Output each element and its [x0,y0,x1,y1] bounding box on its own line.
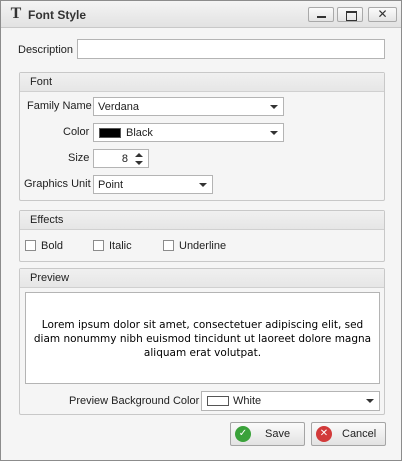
graphics-unit-select[interactable]: Point [93,175,213,194]
chevron-down-icon [366,399,374,403]
close-icon: ✕ [377,7,388,21]
spin-down-icon[interactable] [135,161,143,165]
minimize-button[interactable] [308,7,334,22]
cancel-icon: ✕ [316,426,332,442]
spin-up-icon[interactable] [135,153,143,157]
size-value: 8 [121,153,128,165]
color-value: Black [126,127,153,139]
effects-group-title: Effects [30,214,64,226]
preview-bg-swatch [207,396,229,406]
italic-checkbox[interactable] [93,240,104,251]
family-name-select[interactable]: Verdana [93,97,284,116]
underline-label[interactable]: Underline [179,240,226,252]
description-input[interactable] [77,39,385,59]
preview-box: Lorem ipsum dolor sit amet, consectetuer… [25,292,380,384]
color-label: Color [63,126,90,138]
preview-group-header: Preview [20,269,384,288]
preview-text: Lorem ipsum dolor sit amet, consectetuer… [33,319,372,359]
maximize-icon [338,8,362,21]
chevron-down-icon [270,105,278,109]
chevron-down-icon [199,183,207,187]
maximize-button[interactable] [337,7,363,22]
preview-bg-select[interactable]: White [201,391,380,411]
graphics-unit-value: Point [98,179,124,191]
italic-label[interactable]: Italic [109,240,132,252]
bold-checkbox[interactable] [25,240,36,251]
cancel-button[interactable]: ✕ Cancel [311,422,386,446]
font-group-title: Font [30,76,53,88]
color-select[interactable]: Black [93,123,284,142]
size-spinner[interactable]: 8 [93,149,149,168]
font-style-icon: T [10,5,22,22]
effects-group-header: Effects [20,211,384,230]
preview-bg-label: Preview Background Color [69,395,200,407]
window-title: Font Style [28,8,87,22]
preview-bg-value: White [233,395,262,407]
underline-checkbox[interactable] [163,240,174,251]
chevron-down-icon [270,131,278,135]
bold-label[interactable]: Bold [41,240,63,252]
family-name-label: Family Name [27,100,92,112]
checkmark-icon: ✓ [235,426,251,442]
save-label: Save [265,428,291,440]
color-swatch [99,128,121,138]
cancel-label: Cancel [342,428,377,440]
minimize-icon [309,8,333,21]
close-button[interactable]: ✕ [368,7,397,22]
size-label: Size [68,152,90,164]
description-label: Description [18,44,74,56]
font-style-dialog: T Font Style ✕ Description Font Family N… [0,0,402,461]
graphics-unit-label: Graphics Unit [24,178,91,190]
font-group-header: Font [20,73,384,92]
title-bar[interactable]: T Font Style ✕ [1,1,401,28]
family-name-value: Verdana [98,101,139,113]
preview-group-title: Preview [30,272,70,284]
effects-group: Effects [19,210,385,262]
save-button[interactable]: ✓ Save [230,422,305,446]
